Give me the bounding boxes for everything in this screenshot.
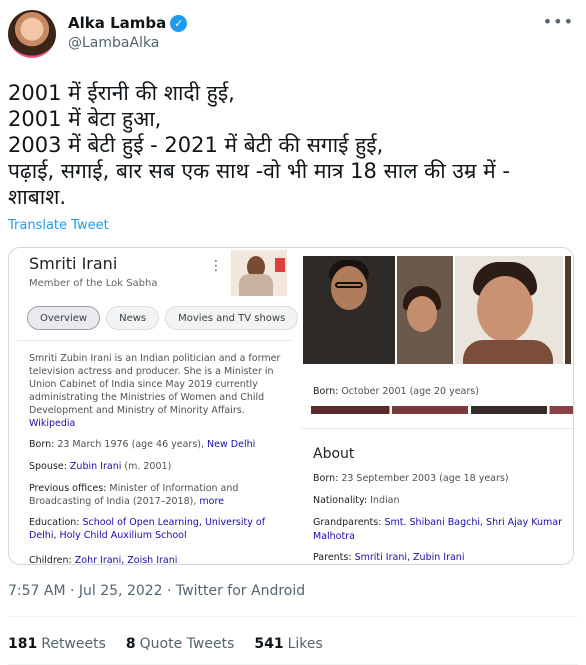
knowledge-panel-right: Born: October 2001 (age 20 years) About …	[301, 248, 573, 564]
author-name-row[interactable]: Alka Lamba ✓	[68, 14, 188, 32]
display-name[interactable]: Alka Lamba	[68, 14, 166, 32]
panel-subtitle: Member of the Lok Sabha	[29, 278, 158, 289]
wikipedia-link: Wikipedia	[29, 418, 76, 429]
tweet-line: शाबाश.	[8, 185, 67, 209]
tab-news: News	[106, 306, 160, 330]
offices-row: Previous offices: Minister of Informatio…	[29, 483, 239, 507]
image-strip	[311, 406, 573, 414]
tab-movies: Movies and TV shows	[165, 306, 299, 330]
engagement-stats: 181 Retweets 8 Quote Tweets 541 Likes	[8, 636, 323, 652]
tweet-text: 2001 में ईरानी की शादी हुई, 2001 में बेट…	[8, 80, 578, 210]
panel-description: Smriti Zubin Irani is an Indian politici…	[29, 353, 281, 429]
tweet-line: 2001 में बेटा हुआ,	[8, 107, 162, 131]
tweet-line: 2001 में ईरानी की शादी हुई,	[8, 81, 235, 105]
verified-badge-icon: ✓	[170, 14, 188, 32]
panel-tabs: Overview News Movies and TV shows	[27, 306, 317, 330]
more-options-icon[interactable]: •••	[543, 12, 574, 31]
retweets-stat[interactable]: 181 Retweets	[8, 636, 106, 652]
children-row: Children: Zohr Irani, Zoish Irani	[29, 555, 178, 565]
parents-row: Parents: Smriti Irani, Zubin Irani	[313, 552, 465, 563]
profile-thumbnail	[231, 250, 287, 296]
nationality-row: Nationality: Indian	[313, 495, 400, 506]
translate-tweet-link[interactable]: Translate Tweet	[8, 218, 109, 233]
author-handle[interactable]: @LambaAlka	[68, 35, 159, 51]
divider	[8, 616, 578, 617]
daughter-born-row: Born: 23 September 2003 (age 18 years)	[313, 473, 509, 484]
likes-stat[interactable]: 541 Likes	[254, 636, 322, 652]
son-born-row: Born: October 2001 (age 20 years)	[313, 386, 479, 397]
quote-tweets-stat[interactable]: 8 Quote Tweets	[126, 636, 234, 652]
tweet-line: पढ़ाई, सगाई, बार सब एक साथ -वो भी मात्र …	[8, 159, 510, 183]
tweet-timestamp[interactable]: 7:57 AM · Jul 25, 2022 · Twitter for And…	[8, 583, 305, 599]
about-title: About	[313, 446, 355, 462]
divider	[301, 428, 573, 429]
avatar[interactable]	[8, 10, 56, 58]
grandparents-row: Grandparents: Smt. Shibani Bagchi, Shri …	[313, 517, 563, 542]
education-row: Education: School of Open Learning, Univ…	[29, 517, 266, 541]
tweet-line: 2003 में बेटी हुई - 2021 में बेटी की सगा…	[8, 133, 384, 157]
photo-strip	[303, 256, 571, 364]
kebab-menu-icon: ⋮	[209, 258, 223, 274]
knowledge-panel-left: Smriti Irani Member of the Lok Sabha ⋮ O…	[17, 248, 317, 565]
divider	[17, 340, 293, 341]
panel-title: Smriti Irani	[29, 254, 118, 273]
born-row: Born: 23 March 1976 (age 46 years), New …	[29, 439, 256, 450]
tab-overview: Overview	[27, 306, 101, 330]
attached-image[interactable]: Smriti Irani Member of the Lok Sabha ⋮ O…	[8, 247, 574, 565]
spouse-row: Spouse: Zubin Irani (m. 2001)	[29, 461, 172, 472]
